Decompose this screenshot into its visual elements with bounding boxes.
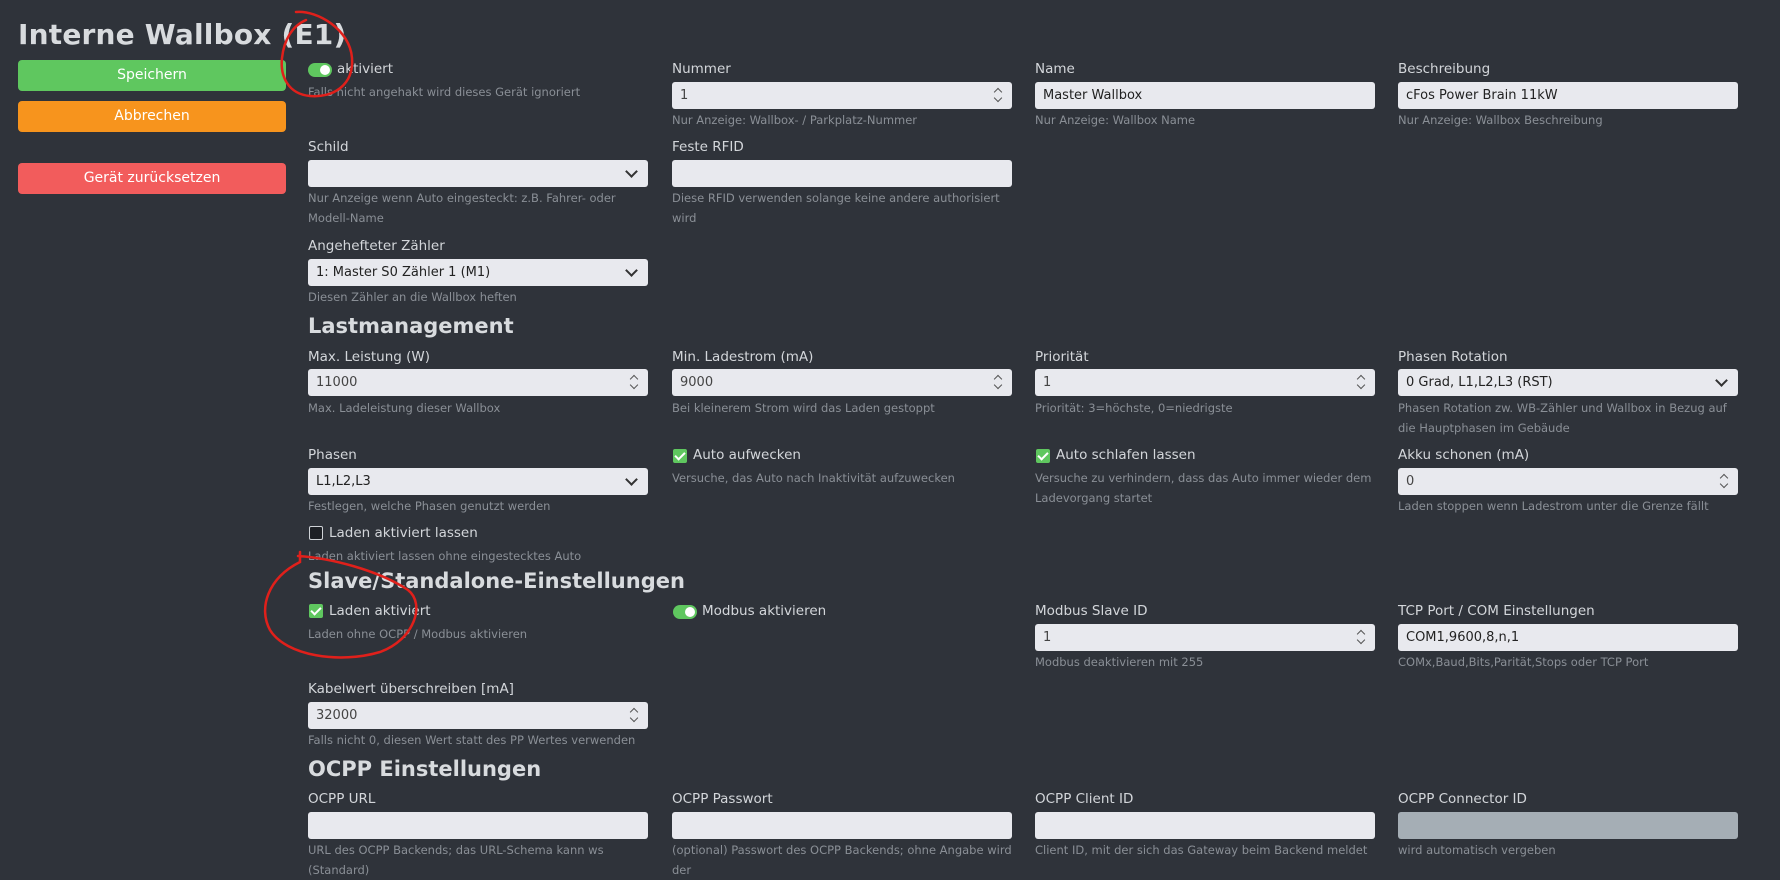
annotation-overlay xyxy=(263,10,418,659)
annotation-circle-charge xyxy=(263,550,418,659)
annotation-circle-enabled xyxy=(280,10,354,98)
